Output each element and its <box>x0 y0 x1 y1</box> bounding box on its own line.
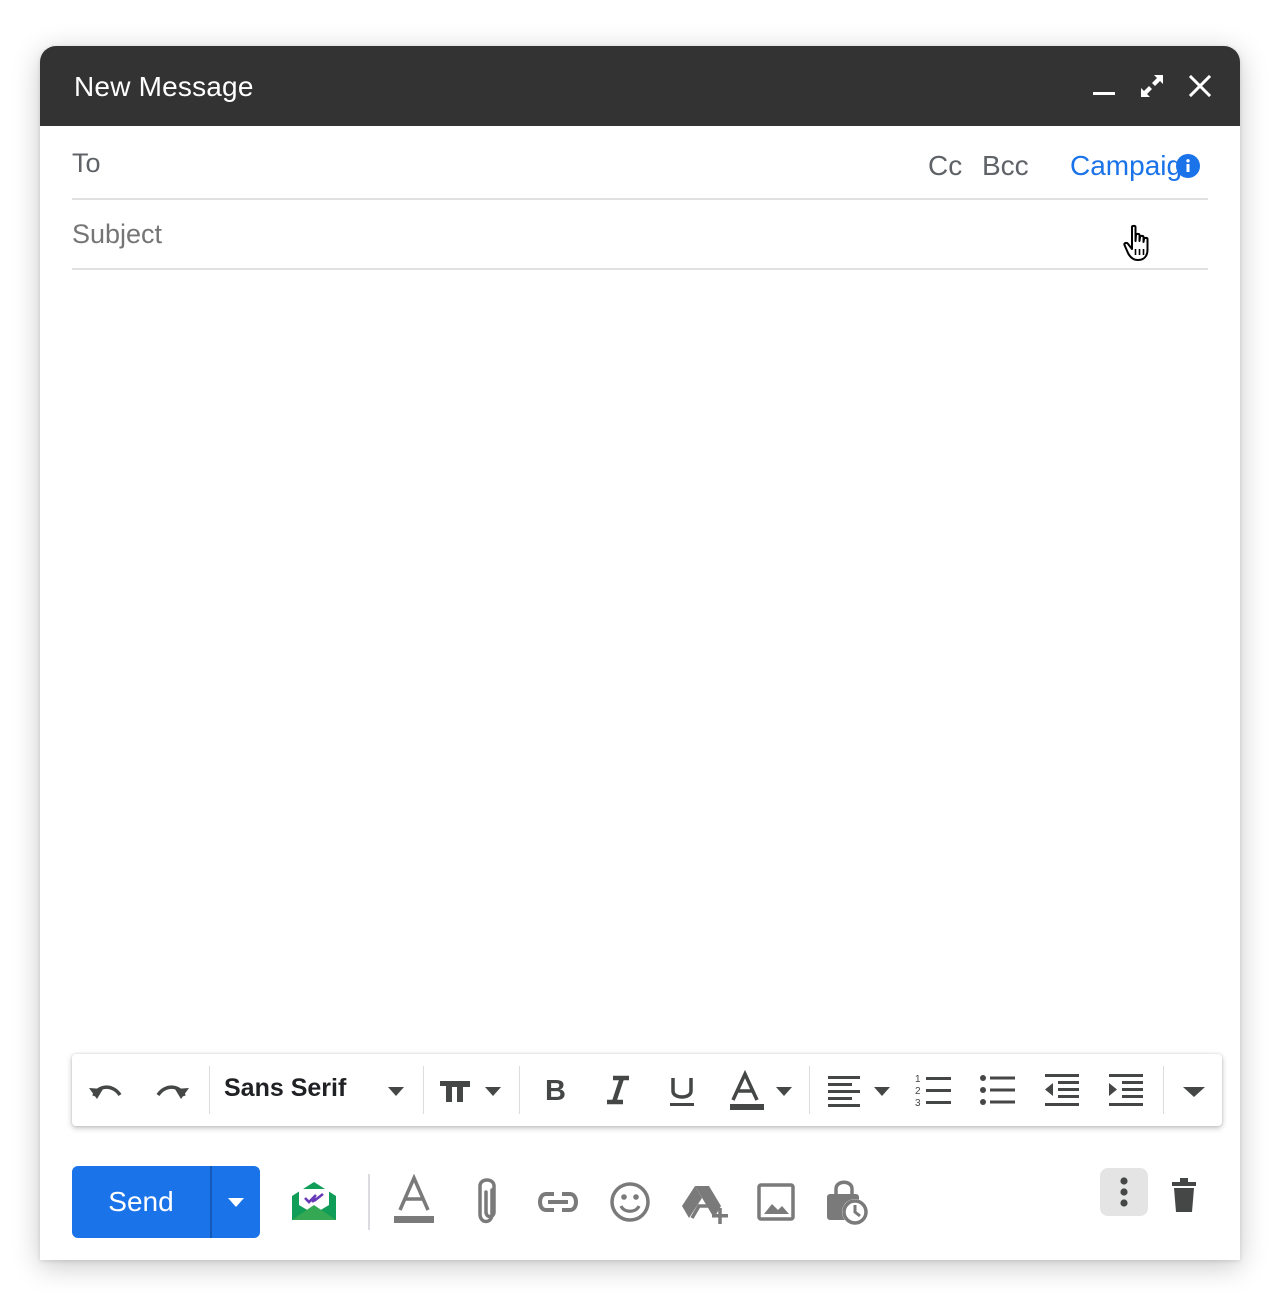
more-options-icon[interactable] <box>1100 1168 1148 1216</box>
message-body[interactable] <box>72 282 1208 1052</box>
toolbar-divider <box>1163 1066 1164 1114</box>
redo-icon[interactable] <box>150 1066 194 1114</box>
svg-text:B: B <box>545 1075 566 1107</box>
toolbar-divider <box>519 1066 520 1114</box>
confidential-mode-icon[interactable] <box>822 1174 874 1230</box>
font-family-dropdown-icon[interactable] <box>384 1066 408 1114</box>
subject-input[interactable] <box>72 216 1192 252</box>
drive-icon[interactable] <box>678 1174 730 1230</box>
to-input[interactable] <box>120 146 910 180</box>
formatting-options-icon[interactable] <box>390 1174 438 1230</box>
svg-text:3: 3 <box>915 1098 921 1109</box>
numbered-list-icon[interactable]: 1 2 3 <box>914 1066 954 1114</box>
indent-less-icon[interactable] <box>1042 1066 1082 1114</box>
send-button[interactable]: Send <box>72 1166 210 1238</box>
action-bar-divider <box>368 1174 370 1230</box>
to-label: To <box>72 148 101 178</box>
link-icon[interactable] <box>534 1174 582 1230</box>
toolbar-divider <box>809 1066 810 1114</box>
action-bar: Send <box>40 1156 1240 1256</box>
hand-cursor-icon <box>1123 224 1157 264</box>
close-icon[interactable] <box>1182 68 1218 104</box>
subject-row <box>72 198 1208 270</box>
bold-icon[interactable]: B <box>536 1066 576 1114</box>
expand-icon[interactable] <box>1134 68 1170 104</box>
to-row: To Cc Bcc Campaign <box>72 126 1208 200</box>
bulleted-list-icon[interactable] <box>978 1066 1018 1114</box>
undo-icon[interactable] <box>84 1066 128 1114</box>
toolbar-divider <box>209 1066 210 1114</box>
attach-icon[interactable] <box>464 1174 508 1230</box>
schedule-send-dropdown-icon[interactable] <box>212 1166 260 1238</box>
formatting-toolbar: Sans Serif B 1 2 3 <box>72 1054 1222 1126</box>
more-formatting-icon[interactable] <box>1174 1066 1214 1114</box>
text-color-icon[interactable] <box>726 1066 798 1114</box>
discard-icon[interactable] <box>1164 1170 1204 1218</box>
toolbar-divider <box>423 1066 424 1114</box>
align-icon[interactable] <box>824 1066 896 1114</box>
window-title: New Message <box>74 71 254 102</box>
compose-window: New Message To Cc Bcc Campaign Subject S… <box>40 46 1240 1260</box>
minimize-icon[interactable] <box>1086 68 1122 104</box>
send-button-group: Send <box>72 1166 260 1238</box>
photo-icon[interactable] <box>752 1174 800 1230</box>
emoji-icon[interactable] <box>606 1174 654 1230</box>
svg-text:2: 2 <box>915 1086 921 1097</box>
bcc-link[interactable]: Bcc <box>982 150 1029 182</box>
italic-icon[interactable] <box>598 1066 638 1114</box>
title-bar[interactable]: New Message <box>40 46 1240 126</box>
mail-tracking-icon[interactable] <box>288 1176 340 1228</box>
info-icon[interactable] <box>1176 154 1200 178</box>
cc-link[interactable]: Cc <box>928 150 962 182</box>
underline-icon[interactable] <box>662 1066 702 1114</box>
svg-text:1: 1 <box>915 1074 921 1085</box>
text-size-icon[interactable] <box>436 1066 508 1114</box>
indent-more-icon[interactable] <box>1106 1066 1146 1114</box>
font-family-select[interactable]: Sans Serif <box>224 1074 346 1103</box>
